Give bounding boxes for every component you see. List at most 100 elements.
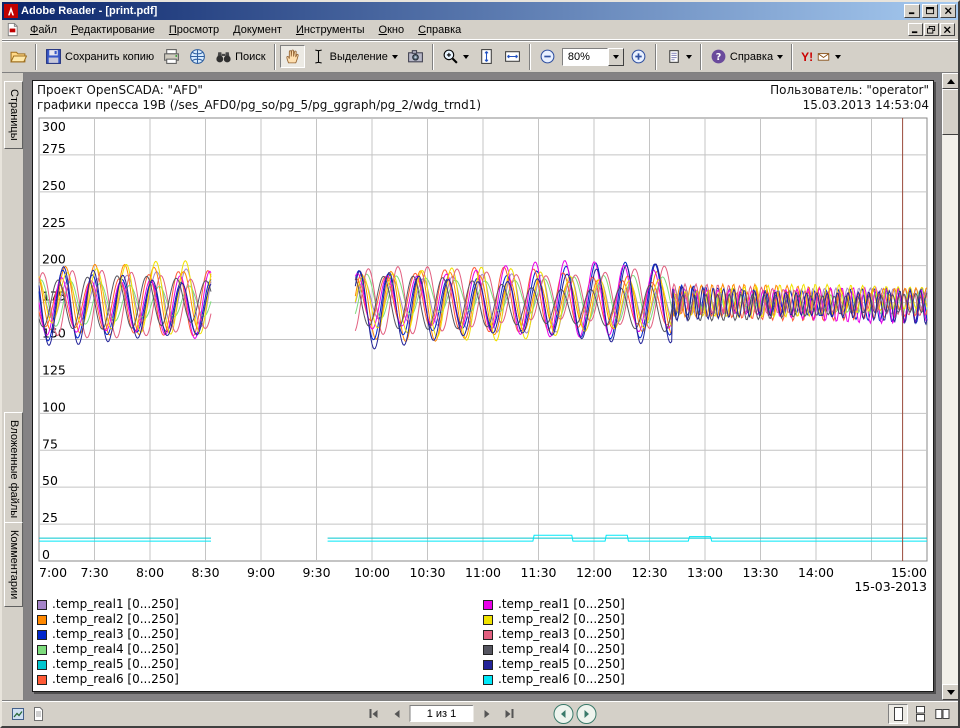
select-tool-button[interactable]: Выделение xyxy=(306,45,402,68)
page-indicator[interactable]: 1 из 1 xyxy=(410,705,474,722)
fit-width-icon xyxy=(504,48,521,65)
printer-icon xyxy=(163,48,180,65)
svg-text:11:30: 11:30 xyxy=(520,565,556,580)
scroll-up-button[interactable] xyxy=(942,73,959,89)
continuous-layout-button[interactable] xyxy=(910,704,930,724)
chevron-down-icon xyxy=(835,55,841,59)
zoom-dropdown-button[interactable] xyxy=(608,48,624,66)
svg-text:10:00: 10:00 xyxy=(354,565,390,580)
legend-item: .temp_real4 [0...250] xyxy=(37,642,483,657)
next-page-button[interactable] xyxy=(477,705,497,723)
document-status-icon[interactable] xyxy=(8,705,28,723)
child-minimize-button[interactable] xyxy=(908,23,923,36)
fit-width-button[interactable] xyxy=(500,45,525,68)
adobe-reader-window: Adobe Reader - [print.pdf] Файл Редактир… xyxy=(0,0,960,728)
arrow-up-icon xyxy=(947,79,955,84)
tab-comments[interactable]: Комментарии xyxy=(4,522,23,607)
document-workspace: Страницы Вложенные файлы Комментарии Про… xyxy=(2,73,958,700)
svg-text:225: 225 xyxy=(42,215,66,230)
svg-text:11:00: 11:00 xyxy=(465,565,501,580)
previous-view-button[interactable] xyxy=(554,704,574,724)
next-view-button[interactable] xyxy=(577,704,597,724)
legend-item: .temp_real1 [0...250] xyxy=(483,597,929,612)
scrollbar-thumb[interactable] xyxy=(942,89,959,135)
vertical-scrollbar[interactable] xyxy=(941,73,958,700)
page-display-button[interactable] xyxy=(661,45,696,68)
hand-tool-button[interactable] xyxy=(280,45,305,68)
document-area[interactable]: Проект OpenSCADA: "AFD" Пользователь: "o… xyxy=(24,73,941,700)
menu-view[interactable]: Просмотр xyxy=(162,22,226,38)
fit-page-button[interactable] xyxy=(474,45,499,68)
tab-attachments[interactable]: Вложенные файлы xyxy=(4,412,23,526)
help-button[interactable]: ?Справка xyxy=(706,45,787,68)
legend-item: .temp_real6 [0...250] xyxy=(37,672,483,687)
search-button[interactable]: Поиск xyxy=(211,45,269,68)
child-close-button[interactable] xyxy=(940,23,955,36)
child-restore-button[interactable] xyxy=(924,23,939,36)
email-button[interactable] xyxy=(185,45,210,68)
trend-title: графики пресса 19В (/ses_AFD0/pg_so/pg_5… xyxy=(37,98,481,113)
menu-document[interactable]: Документ xyxy=(226,22,289,38)
toolbar: Сохранить копию Поиск Выделение 80% ?Спр… xyxy=(2,40,958,73)
last-page-button[interactable] xyxy=(500,705,520,723)
maximize-button[interactable] xyxy=(922,4,938,18)
zoom-out-button[interactable] xyxy=(535,45,560,68)
svg-text:200: 200 xyxy=(42,252,66,267)
yahoo-button[interactable]: Y! xyxy=(797,47,845,67)
first-page-button[interactable] xyxy=(364,705,384,723)
legend-swatch xyxy=(483,600,493,610)
status-bar: 1 из 1 xyxy=(2,700,958,726)
document-info-icon[interactable] xyxy=(28,705,48,723)
legend-swatch xyxy=(483,675,493,685)
menu-help[interactable]: Справка xyxy=(411,22,468,38)
binoculars-icon xyxy=(215,48,232,65)
legend-swatch xyxy=(37,600,47,610)
legend-item: .temp_real3 [0...250] xyxy=(37,627,483,642)
trend-chart: 02550751001251501752002252502753007:007:… xyxy=(37,114,931,594)
back-arrow-icon xyxy=(558,708,570,720)
title-bar[interactable]: Adobe Reader - [print.pdf] xyxy=(2,2,958,20)
zoom-level-combo[interactable]: 80% xyxy=(562,48,624,66)
page-layout-icon xyxy=(665,48,682,65)
legend-column-left: .temp_real1 [0...250].temp_real2 [0...25… xyxy=(37,597,483,687)
zoom-level-value[interactable]: 80% xyxy=(562,48,608,66)
project-label: Проект OpenSCADA: "AFD" xyxy=(37,83,203,98)
print-button[interactable] xyxy=(159,45,184,68)
legend-swatch xyxy=(483,615,493,625)
chevron-down-icon xyxy=(613,55,619,59)
menu-tools[interactable]: Инструменты xyxy=(289,22,372,38)
camera-icon xyxy=(407,48,424,65)
menu-file[interactable]: Файл xyxy=(23,22,64,38)
svg-text:14:00: 14:00 xyxy=(798,565,834,580)
minimize-button[interactable] xyxy=(904,4,920,18)
open-button[interactable] xyxy=(6,45,31,68)
scrollbar-track[interactable] xyxy=(942,135,958,684)
hand-icon xyxy=(284,48,301,65)
chevron-down-icon xyxy=(686,55,692,59)
zoom-in-button[interactable] xyxy=(626,45,651,68)
prev-page-button[interactable] xyxy=(387,705,407,723)
legend-column-right: .temp_real1 [0...250].temp_real2 [0...25… xyxy=(483,597,929,687)
close-button[interactable] xyxy=(940,4,956,18)
zoom-in-icon xyxy=(630,48,647,65)
zoom-tool-button[interactable] xyxy=(438,45,473,68)
svg-text:13:00: 13:00 xyxy=(687,565,723,580)
save-copy-button[interactable]: Сохранить копию xyxy=(41,45,158,68)
tab-pages[interactable]: Страницы xyxy=(4,81,23,149)
single-page-icon xyxy=(891,706,906,722)
chevron-down-icon xyxy=(392,55,398,59)
legend-swatch xyxy=(37,615,47,625)
open-folder-icon xyxy=(10,48,27,65)
legend-item: .temp_real2 [0...250] xyxy=(483,612,929,627)
menu-window[interactable]: Окно xyxy=(372,22,412,38)
pdf-document-icon xyxy=(5,22,20,37)
scroll-down-button[interactable] xyxy=(942,684,959,700)
menu-edit[interactable]: Редактирование xyxy=(64,22,162,38)
svg-text:7:30: 7:30 xyxy=(80,565,108,580)
single-page-layout-button[interactable] xyxy=(888,704,908,724)
snapshot-button[interactable] xyxy=(403,45,428,68)
facing-layout-button[interactable] xyxy=(932,704,952,724)
svg-text:250: 250 xyxy=(42,178,66,193)
legend-item: .temp_real6 [0...250] xyxy=(483,672,929,687)
prev-page-icon xyxy=(394,710,399,718)
